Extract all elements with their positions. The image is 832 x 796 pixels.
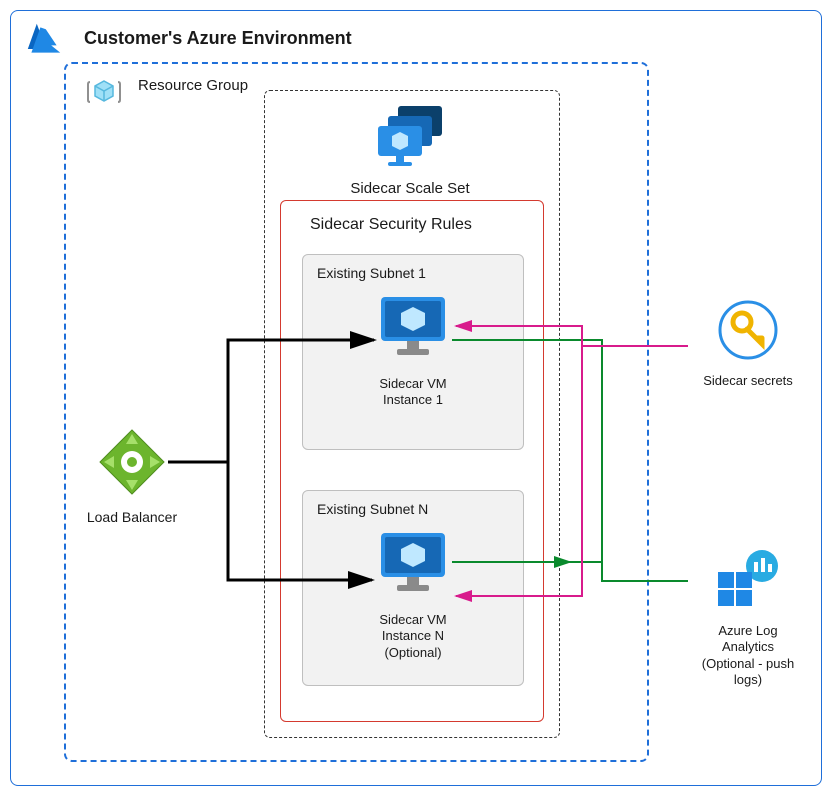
load-balancer: Load Balancer: [72, 426, 192, 525]
log-line3: (Optional - push: [702, 656, 795, 671]
load-balancer-label: Load Balancer: [72, 509, 192, 525]
log-line2: Analytics: [722, 639, 774, 654]
vmn-label-line3: (Optional): [384, 645, 441, 660]
azure-logo-icon: [22, 22, 66, 58]
subnet-1-box: Existing Subnet 1 Sidecar VM Instance 1: [302, 254, 524, 450]
load-balancer-icon: [96, 426, 168, 498]
vm1-label-line2: Instance 1: [383, 392, 443, 407]
vmn-label-line1: Sidecar VM: [379, 612, 446, 627]
vmn-label-line2: Instance N: [382, 628, 444, 643]
diagram-canvas: Customer's Azure Environment Resource Gr…: [0, 0, 832, 796]
azure-log-analytics: Azure Log Analytics (Optional - push log…: [688, 548, 808, 688]
resource-group-label: Resource Group: [138, 77, 248, 94]
key-icon: [716, 298, 780, 362]
vm-icon: [375, 293, 451, 365]
secrets-label: Sidecar secrets: [688, 373, 808, 389]
sidecar-secrets: Sidecar secrets: [688, 298, 808, 389]
environment-title: Customer's Azure Environment: [84, 28, 352, 49]
subnet-n-box: Existing Subnet N Sidecar VM Instance N …: [302, 490, 524, 686]
log-line4: logs): [734, 672, 762, 687]
log-analytics-icon: [712, 548, 784, 612]
subnet-n-title: Existing Subnet N: [317, 501, 428, 517]
vm1-label-line1: Sidecar VM: [379, 376, 446, 391]
log-line1: Azure Log: [718, 623, 777, 638]
security-rules-label: Sidecar Security Rules: [310, 216, 472, 234]
resource-group-icon: [84, 72, 124, 112]
vm-instance-n: Sidecar VM Instance N (Optional): [313, 529, 513, 661]
subnet-1-title: Existing Subnet 1: [317, 265, 426, 281]
scale-set-label: Sidecar Scale Set: [340, 180, 480, 197]
vm-instance-1: Sidecar VM Instance 1: [313, 293, 513, 409]
scale-set-icon: [372, 104, 452, 174]
vm-icon: [375, 529, 451, 601]
